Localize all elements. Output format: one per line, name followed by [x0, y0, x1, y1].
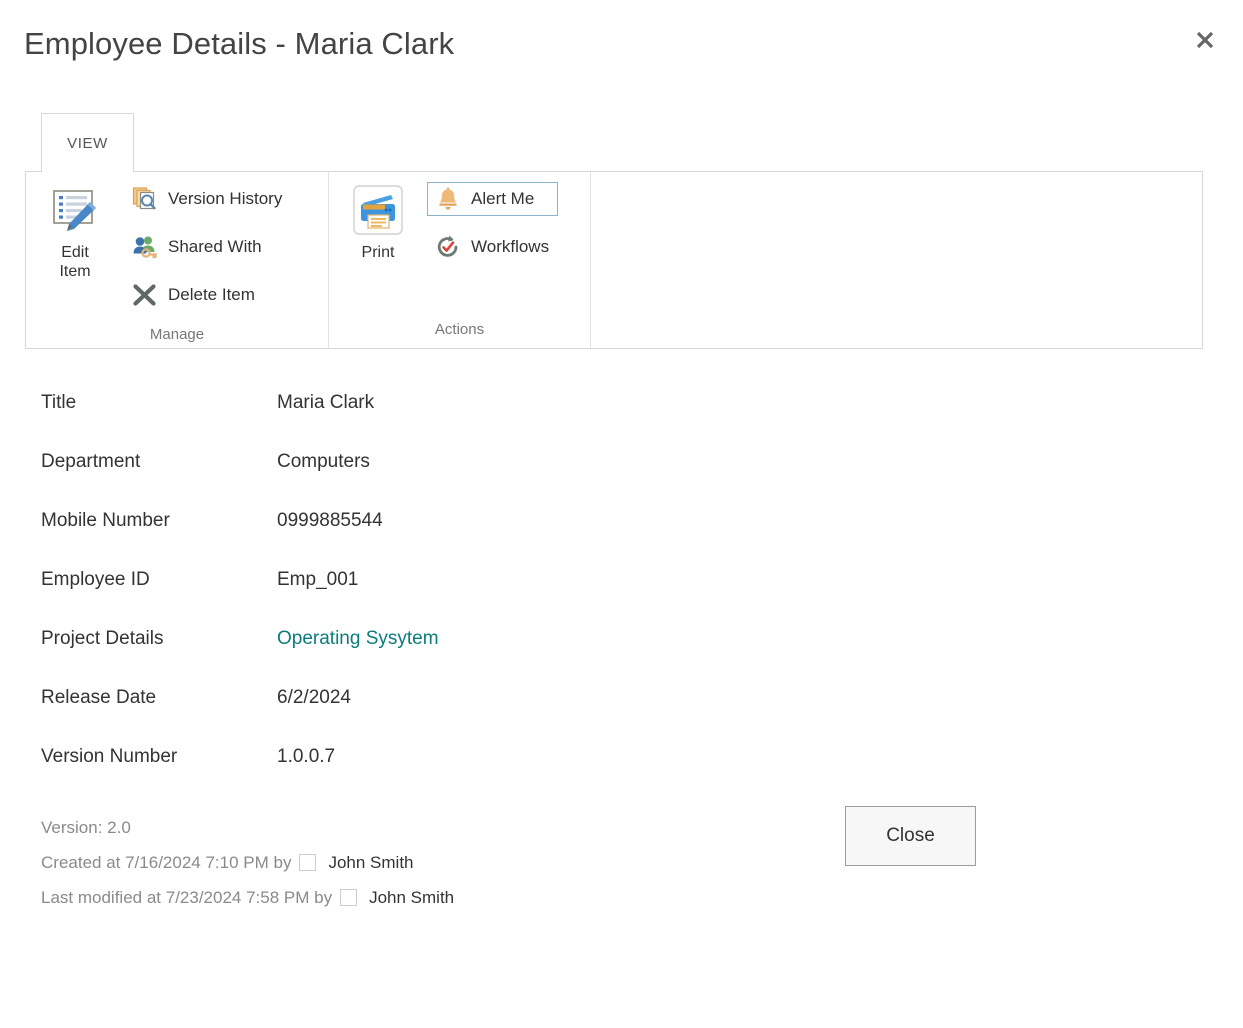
- dialog-header: Employee Details - Maria Clark: [0, 0, 1243, 96]
- ribbon-body: Edit Item Version History Shared With De…: [25, 171, 1203, 349]
- field-label-release-date: Release Date: [41, 687, 157, 708]
- tab-view[interactable]: VIEW: [41, 113, 134, 172]
- delete-item-icon: [131, 281, 159, 309]
- tab-view-label: VIEW: [67, 134, 108, 152]
- actions-small-buttons: Alert Me Workflows: [427, 178, 559, 278]
- field-row-mobile-number: Mobile Number 0999885544: [41, 510, 941, 569]
- alert-me-button[interactable]: Alert Me: [427, 182, 559, 216]
- version-history-icon: [131, 185, 159, 213]
- shared-with-button[interactable]: Shared With: [124, 230, 291, 264]
- field-label-title: Title: [41, 392, 77, 413]
- edit-item-icon: [47, 182, 103, 238]
- metadata-created-line: Created at 7/16/2024 7:10 PM by John Smi…: [41, 845, 454, 880]
- ribbon-group-manage: Edit Item Version History Shared With De…: [26, 172, 329, 348]
- metadata-created-text: Created at 7/16/2024 7:10 PM by: [41, 853, 292, 872]
- field-value-version-number: 1.0.0.7: [277, 746, 336, 767]
- field-label-version-number: Version Number: [41, 746, 178, 767]
- presence-indicator-icon: [299, 854, 317, 871]
- field-label-employee-id: Employee ID: [41, 569, 150, 590]
- manage-small-buttons: Version History Shared With Delete Item: [124, 178, 291, 326]
- field-value-employee-id: Emp_001: [277, 569, 359, 590]
- ribbon-tab-strip: VIEW: [41, 113, 1243, 172]
- workflows-icon: [434, 233, 462, 261]
- ribbon: VIEW Edit Item Version History Shared Wi…: [0, 113, 1243, 349]
- shared-with-icon: [131, 233, 159, 261]
- edit-item-label: Edit Item: [59, 244, 91, 280]
- close-x-glyph: [1196, 31, 1214, 49]
- presence-indicator-icon: [340, 889, 358, 906]
- metadata-modified-line: Last modified at 7/23/2024 7:58 PM by Jo…: [41, 880, 454, 915]
- edit-item-button[interactable]: Edit Item: [26, 178, 124, 281]
- delete-item-button[interactable]: Delete Item: [124, 278, 291, 312]
- field-row-title: Title Maria Clark: [41, 392, 941, 451]
- alert-me-label: Alert Me: [471, 189, 535, 208]
- metadata-created-user[interactable]: John Smith: [328, 845, 413, 880]
- field-value-department: Computers: [277, 451, 370, 472]
- close-button[interactable]: Close: [845, 806, 976, 866]
- print-button[interactable]: Print: [329, 178, 427, 262]
- field-row-version-number: Version Number 1.0.0.7: [41, 746, 941, 805]
- employee-details-fields: Title Maria Clark Department Computers M…: [41, 392, 941, 805]
- field-label-mobile-number: Mobile Number: [41, 510, 170, 531]
- workflows-label: Workflows: [471, 237, 550, 256]
- field-value-title: Maria Clark: [277, 392, 375, 413]
- metadata-modified-user[interactable]: John Smith: [369, 880, 454, 915]
- metadata-version-line: Version: 2.0: [41, 810, 454, 845]
- delete-item-label: Delete Item: [168, 285, 255, 304]
- ribbon-group-empty: [591, 172, 1202, 348]
- item-metadata: Version: 2.0 Created at 7/16/2024 7:10 P…: [41, 810, 454, 915]
- version-history-button[interactable]: Version History: [124, 182, 291, 216]
- ribbon-group-actions-label: Actions: [434, 321, 485, 338]
- alert-me-bell-icon: [434, 185, 462, 213]
- ribbon-group-manage-label: Manage: [149, 326, 205, 343]
- metadata-modified-text: Last modified at 7/23/2024 7:58 PM by: [41, 888, 333, 907]
- ribbon-group-actions: Print Alert Me Workflows Actions: [329, 172, 591, 348]
- close-x-icon[interactable]: [1185, 20, 1225, 60]
- field-row-department: Department Computers: [41, 451, 941, 510]
- print-icon: [350, 182, 406, 238]
- page-title: Employee Details - Maria Clark: [24, 26, 455, 61]
- print-label: Print: [361, 244, 395, 261]
- field-label-project-details: Project Details: [41, 628, 164, 649]
- field-row-project-details: Project Details Operating Sysytem: [41, 628, 941, 687]
- workflows-button[interactable]: Workflows: [427, 230, 558, 264]
- field-value-project-details-link[interactable]: Operating Sysytem: [277, 628, 439, 650]
- field-row-employee-id: Employee ID Emp_001: [41, 569, 941, 628]
- field-value-release-date: 6/2/2024: [277, 687, 351, 708]
- field-value-mobile-number: 0999885544: [277, 510, 383, 531]
- shared-with-label: Shared With: [168, 237, 262, 256]
- metadata-version-text: Version: 2.0: [41, 818, 131, 837]
- field-label-department: Department: [41, 451, 141, 472]
- field-row-release-date: Release Date 6/2/2024: [41, 687, 941, 746]
- version-history-label: Version History: [168, 189, 283, 208]
